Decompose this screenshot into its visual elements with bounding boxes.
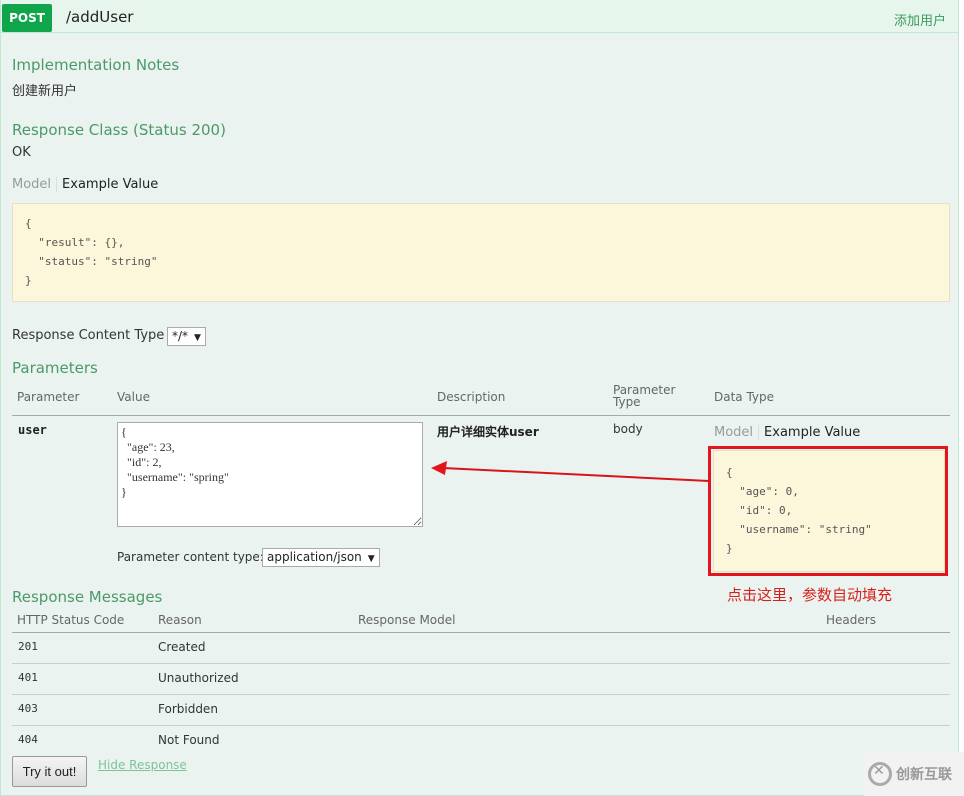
response-content-type-value: */* bbox=[172, 329, 189, 343]
implementation-notes-text: 创建新用户 bbox=[12, 84, 78, 99]
operation-header[interactable]: POST /addUser 添加用户 bbox=[1, 0, 958, 33]
response-messages-header-divider bbox=[12, 632, 950, 633]
response-content-type-select[interactable]: */* ▼ bbox=[167, 327, 206, 346]
parameter-content-type-label: Parameter content type: bbox=[117, 550, 264, 564]
parameters-heading: Parameters bbox=[12, 359, 98, 377]
tab-example-value[interactable]: Example Value bbox=[57, 177, 158, 192]
parameter-description: 用户详细实体user bbox=[437, 425, 539, 439]
parameter-type: body bbox=[613, 422, 643, 436]
status-code: 403 bbox=[18, 702, 38, 715]
annotation-highlight-box bbox=[708, 446, 948, 576]
row-divider bbox=[12, 725, 950, 726]
status-reason: Forbidden bbox=[158, 702, 218, 716]
tab-model[interactable]: Model bbox=[12, 177, 58, 192]
col-reason: Reason bbox=[158, 613, 202, 627]
response-content-type-label: Response Content Type bbox=[12, 328, 165, 343]
http-method-badge[interactable]: POST bbox=[2, 4, 52, 32]
arrow-head-icon bbox=[431, 461, 447, 475]
parameter-content-type-value: application/json bbox=[267, 550, 362, 564]
col-value: Value bbox=[117, 390, 150, 404]
dropdown-arrow-icon: ▼ bbox=[367, 554, 375, 564]
response-class-heading: Response Class (Status 200) bbox=[12, 121, 226, 139]
col-parameter: Parameter bbox=[17, 390, 80, 404]
col-response-model: Response Model bbox=[358, 613, 456, 627]
col-parameter-type-line2: Type bbox=[613, 395, 641, 409]
annotation-text: 点击这里，参数自动填充 bbox=[727, 586, 893, 604]
response-messages-heading: Response Messages bbox=[12, 588, 163, 606]
parameter-value-input[interactable]: { "age": 23, "id": 2, "username": "sprin… bbox=[117, 422, 423, 527]
response-class-example: { "result": {}, "status": "string" } bbox=[12, 203, 950, 302]
tab-model[interactable]: Model bbox=[714, 425, 760, 440]
watermark: 创新互联 bbox=[864, 752, 964, 796]
parameter-content-type-select[interactable]: application/json ▼ bbox=[262, 548, 380, 567]
operation-panel: POST /addUser 添加用户 Implementation Notes … bbox=[0, 0, 959, 796]
annotation-arrow bbox=[431, 461, 710, 482]
implementation-notes-heading: Implementation Notes bbox=[12, 56, 180, 74]
status-code: 401 bbox=[18, 671, 38, 684]
status-reason: Unauthorized bbox=[158, 671, 239, 685]
col-data-type: Data Type bbox=[714, 390, 775, 404]
operation-summary[interactable]: 添加用户 bbox=[894, 10, 946, 29]
col-http-status-code: HTTP Status Code bbox=[17, 613, 125, 627]
row-divider bbox=[12, 694, 950, 695]
response-class-tabs: Model Example Value bbox=[12, 177, 158, 192]
dropdown-arrow-icon: ▼ bbox=[194, 333, 201, 343]
status-reason: Not Found bbox=[158, 733, 220, 747]
tab-example-value[interactable]: Example Value bbox=[759, 425, 860, 440]
status-code: 404 bbox=[18, 733, 38, 746]
data-type-tabs: Model Example Value bbox=[714, 425, 860, 440]
status-reason: Created bbox=[158, 640, 206, 654]
col-parameter-type: Parameter Type bbox=[613, 384, 675, 408]
row-divider bbox=[12, 663, 950, 664]
response-class-text: OK bbox=[12, 145, 31, 160]
hide-response-link[interactable]: Hide Response bbox=[98, 758, 187, 772]
endpoint-path[interactable]: /addUser bbox=[66, 8, 133, 26]
parameters-header-divider bbox=[12, 415, 950, 416]
col-description: Description bbox=[437, 390, 506, 404]
arrow-line bbox=[442, 467, 710, 482]
parameter-name: user bbox=[18, 423, 47, 437]
col-headers: Headers bbox=[826, 613, 876, 627]
watermark-logo-icon bbox=[868, 762, 892, 786]
status-code: 201 bbox=[18, 640, 38, 653]
try-it-out-button[interactable]: Try it out! bbox=[12, 756, 87, 787]
watermark-text: 创新互联 bbox=[896, 767, 952, 783]
